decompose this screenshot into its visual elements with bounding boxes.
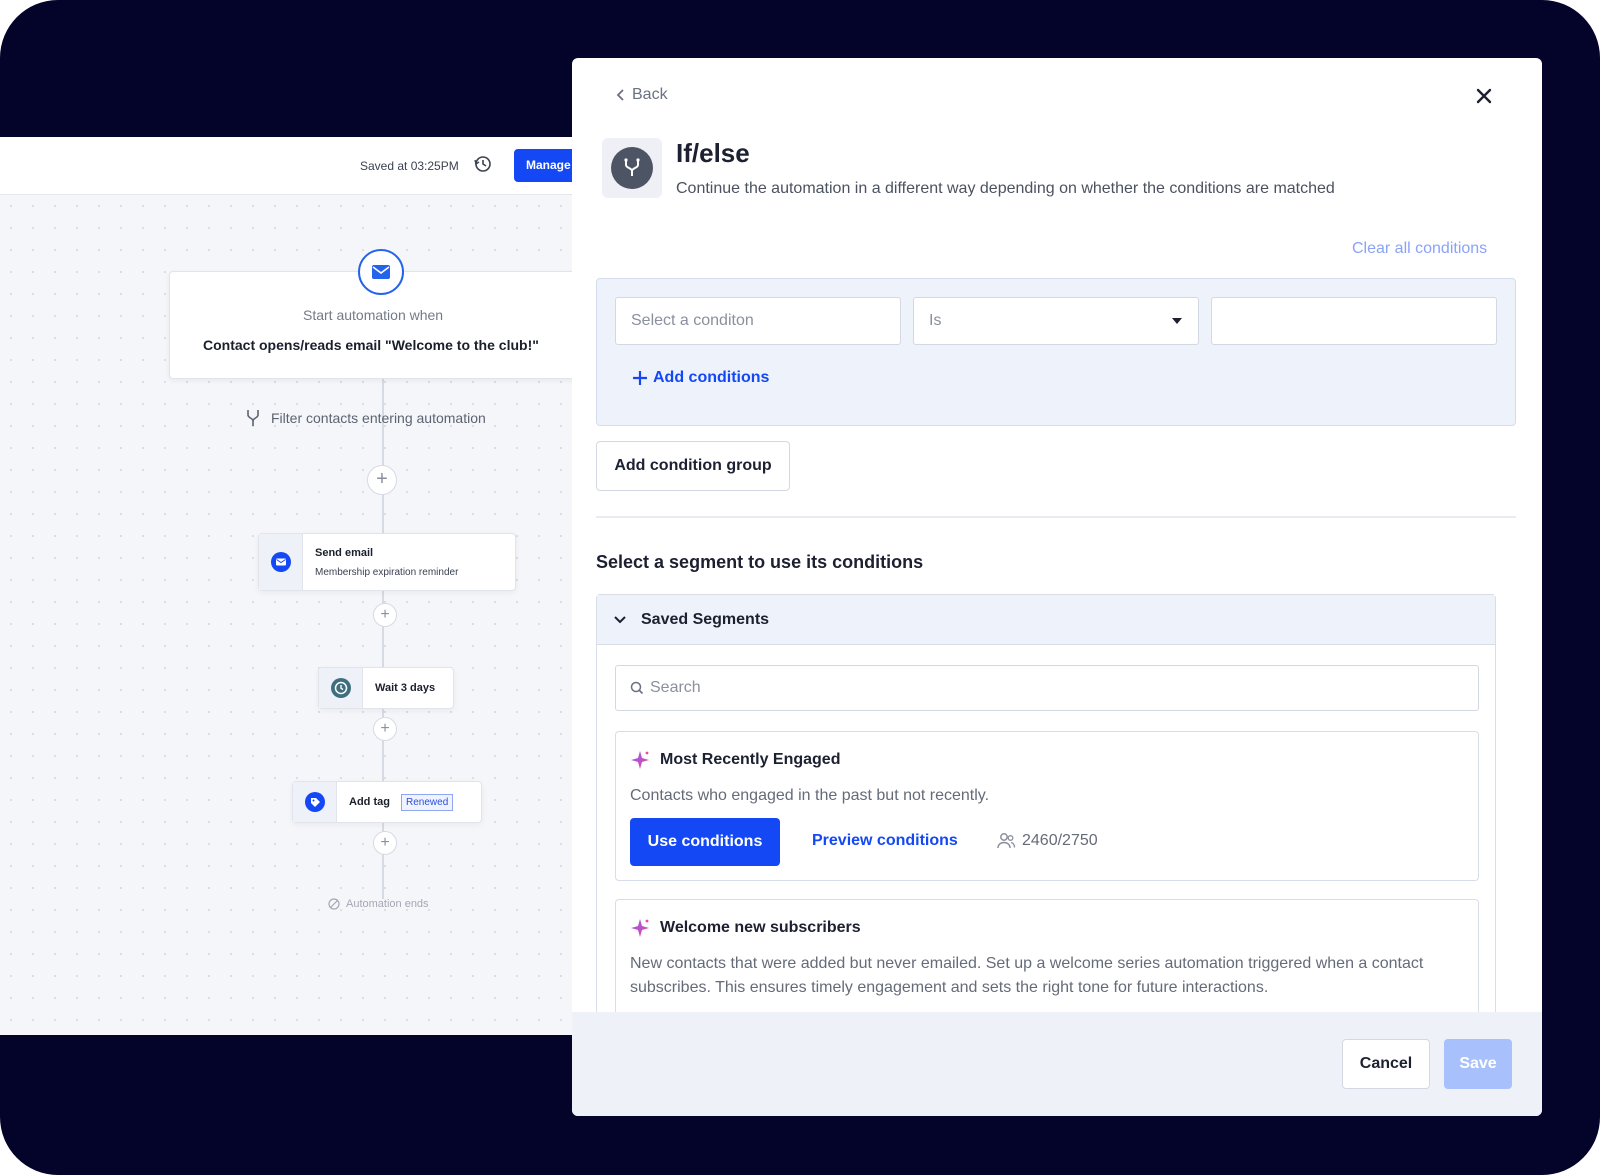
segment-heading: Select a segment to use its conditions	[596, 552, 924, 572]
condition-value-input[interactable]	[1211, 297, 1497, 345]
chevron-down-icon	[614, 615, 626, 623]
history-icon[interactable]	[473, 154, 493, 174]
tag-icon	[293, 782, 337, 822]
operator-value: Is	[929, 312, 942, 329]
tag-badge: Renewed	[401, 793, 454, 811]
add-step-button[interactable]: +	[373, 831, 397, 855]
clear-all-conditions-link[interactable]: Clear all conditions	[1352, 240, 1487, 258]
preview-conditions-link[interactable]: Preview conditions	[812, 832, 958, 850]
email-icon	[259, 534, 303, 590]
saved-segments-label: Saved Segments	[641, 610, 770, 628]
filter-label: Filter contacts entering automation	[271, 410, 486, 426]
add-conditions-button[interactable]: Add conditions	[631, 369, 769, 387]
contact-count: 2460/2750	[996, 832, 1098, 850]
back-label: Back	[632, 86, 668, 103]
segment-search-input[interactable]: Search	[615, 665, 1479, 711]
sparkle-icon	[631, 919, 649, 937]
step-title: Send email	[315, 546, 374, 559]
use-conditions-button[interactable]: Use conditions	[630, 818, 780, 866]
filter-contacts-link[interactable]: Filter contacts entering automation	[245, 409, 486, 427]
users-icon	[997, 833, 1016, 849]
add-step-button[interactable]: +	[367, 465, 397, 495]
search-icon	[630, 681, 644, 695]
cancel-button[interactable]: Cancel	[1342, 1039, 1430, 1089]
trigger-title: Contact opens/reads email "Welcome to th…	[203, 337, 539, 353]
caret-down-icon	[1172, 318, 1182, 324]
step-wait[interactable]: Wait 3 days	[318, 667, 454, 709]
if-else-modal: Back If/else Continue the automation in …	[572, 58, 1542, 1116]
segment-title: Welcome new subscribers	[660, 919, 861, 936]
back-link[interactable]: Back	[616, 86, 668, 104]
automation-ends-label: Automation ends	[346, 898, 429, 910]
automation-ends: Automation ends	[328, 898, 429, 910]
modal-footer: Cancel Save	[572, 1012, 1542, 1116]
step-subtitle: Membership expiration reminder	[315, 566, 459, 578]
saved-status: Saved at 03:25PM	[360, 159, 459, 173]
close-icon[interactable]	[1472, 84, 1496, 108]
save-button[interactable]: Save	[1444, 1039, 1512, 1089]
step-send-email[interactable]: Send email Membership expiration reminde…	[258, 533, 516, 591]
search-placeholder: Search	[650, 679, 701, 696]
end-icon	[328, 898, 340, 910]
canvas-header: Saved at 03:25PM Manage	[0, 137, 600, 195]
contact-count-value: 2460/2750	[1022, 832, 1098, 849]
divider	[596, 516, 1516, 518]
step-title: Wait 3 days	[375, 682, 436, 694]
add-condition-group-button[interactable]: Add condition group	[596, 441, 790, 491]
if-else-branch-icon	[602, 138, 662, 198]
app-frame: Saved at 03:25PM Manage Start automation…	[0, 0, 1600, 1175]
segment-description: Contacts who engaged in the past but not…	[630, 787, 990, 804]
condition-field-select[interactable]: Select a conditon	[615, 297, 901, 345]
add-step-button[interactable]: +	[373, 717, 397, 741]
segment-description: New contacts that were added but never e…	[630, 955, 1424, 996]
clock-icon	[319, 668, 363, 708]
envelope-icon	[358, 249, 404, 295]
chevron-left-icon	[616, 89, 624, 101]
branch-filter-icon	[247, 410, 259, 426]
condition-operator-select[interactable]: Is	[913, 297, 1199, 345]
condition-group: Select a conditon Is Add conditions	[596, 278, 1516, 426]
sparkle-icon	[631, 751, 649, 769]
trigger-subtitle: Start automation when	[303, 307, 444, 323]
modal-description: Continue the automation in a different w…	[676, 180, 1335, 197]
saved-segments-toggle[interactable]: Saved Segments	[597, 595, 1495, 645]
plus-icon	[633, 371, 647, 385]
segment-title: Most Recently Engaged	[660, 751, 841, 768]
add-step-button[interactable]: +	[373, 603, 397, 627]
add-conditions-label: Add conditions	[653, 369, 770, 386]
segment-card: Most Recently Engaged Contacts who engag…	[615, 731, 1479, 881]
step-add-tag[interactable]: Add tag Renewed	[292, 781, 482, 823]
modal-title: If/else	[676, 138, 750, 168]
step-title: Add tag	[349, 795, 390, 808]
automation-canvas-window: Saved at 03:25PM Manage Start automation…	[0, 137, 600, 1035]
